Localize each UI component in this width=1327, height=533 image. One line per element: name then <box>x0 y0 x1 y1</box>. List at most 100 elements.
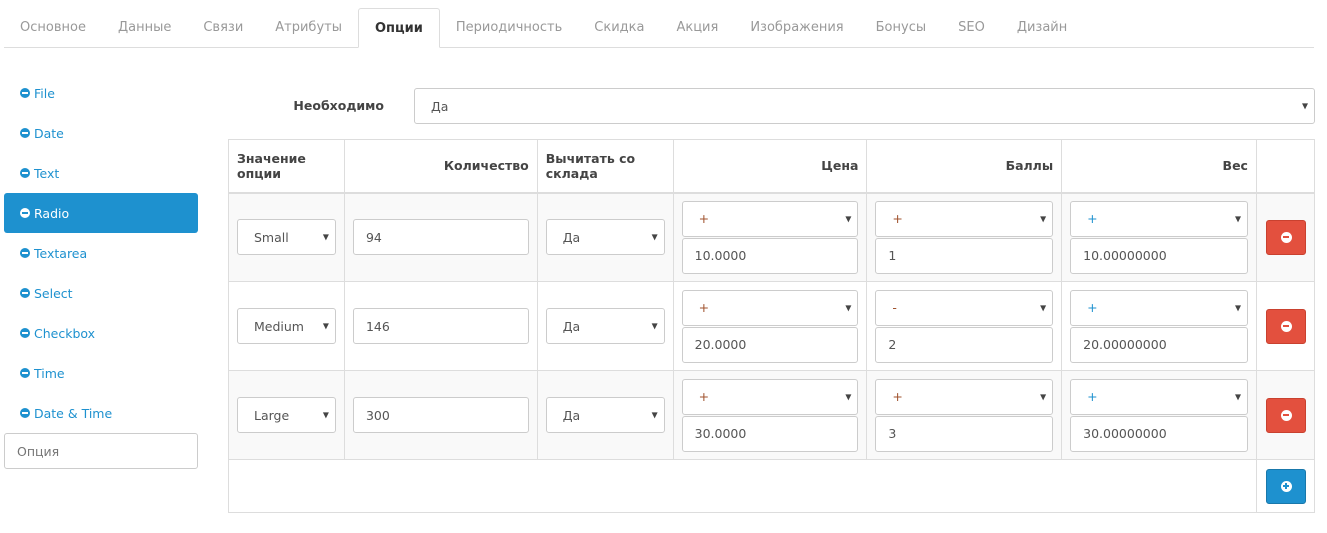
minus-circle-icon[interactable] <box>20 88 30 98</box>
points-prefix: - <box>892 300 897 315</box>
remove-option-value-button[interactable] <box>1266 219 1306 255</box>
tab-1[interactable]: Данные <box>102 8 187 47</box>
option-value-select[interactable]: Large <box>237 397 336 433</box>
minus-circle-icon[interactable] <box>20 408 30 418</box>
tab-2[interactable]: Связи <box>187 8 259 47</box>
points-value: 3 <box>888 426 897 441</box>
weight-prefix-select[interactable]: + <box>1070 289 1248 326</box>
price-input[interactable]: 30.0000 <box>681 415 859 452</box>
header-weight: Вес <box>1061 139 1257 194</box>
quantity-input[interactable]: 94 <box>352 219 529 256</box>
quantity-value: 300 <box>365 407 390 423</box>
tab-10[interactable]: SEO <box>942 8 1001 47</box>
weight-value: 30.00000000 <box>1083 426 1167 441</box>
points-value: 1 <box>888 248 897 264</box>
subtract-select[interactable]: Да <box>545 219 665 256</box>
sidebar-item[interactable]: File <box>4 73 198 113</box>
weight-value: 20.00000000 <box>1083 337 1167 352</box>
header-subtract: Вычитать со склада <box>536 139 674 194</box>
header-quantity: Количество <box>343 139 538 194</box>
sidebar-item[interactable]: Date <box>4 113 198 153</box>
tab-9[interactable]: Бонусы <box>860 8 942 47</box>
weight-prefix: + <box>1087 211 1098 227</box>
option-input[interactable] <box>4 433 198 469</box>
plus-circle-icon <box>1280 480 1292 492</box>
minus-circle-icon <box>1280 320 1292 332</box>
quantity-input[interactable]: 300 <box>352 397 529 433</box>
sidebar-item-label: Textarea <box>34 245 88 261</box>
minus-circle-icon[interactable] <box>20 208 30 218</box>
points-value: 2 <box>888 337 897 352</box>
tab-3[interactable]: Атрибуты <box>259 8 358 47</box>
weight-prefix-select[interactable]: + <box>1070 378 1248 415</box>
points-prefix-select[interactable]: - <box>875 289 1054 326</box>
price-prefix-select[interactable]: + <box>681 289 859 326</box>
points-input[interactable]: 1 <box>875 237 1054 274</box>
price-input[interactable]: 10.0000 <box>681 237 859 274</box>
points-prefix-select[interactable]: + <box>875 200 1054 237</box>
required-select[interactable]: Да <box>414 88 1315 124</box>
table-row: Medium 146 Да +20.0000 - 2 +20.00000000 <box>228 281 1316 371</box>
required-label: Необходимо <box>293 98 384 113</box>
table-row: Large 300 Да +30.0000 +3 +30.00000000 <box>228 370 1316 460</box>
minus-circle-icon[interactable] <box>20 368 30 378</box>
sidebar-item[interactable]: Checkbox <box>4 313 198 353</box>
quantity-value: 94 <box>365 229 382 245</box>
weight-input[interactable]: 20.00000000 <box>1070 326 1248 363</box>
price-input[interactable]: 20.0000 <box>681 326 859 363</box>
sidebar-item[interactable]: Select <box>4 273 198 313</box>
sidebar-item[interactable]: Radio <box>4 193 198 233</box>
option-value: Medium <box>254 318 304 334</box>
points-prefix-select[interactable]: + <box>875 378 1054 415</box>
remove-option-value-button[interactable] <box>1266 397 1306 433</box>
sidebar-item[interactable]: Date & Time <box>4 393 198 433</box>
subtract-value: Да <box>562 407 581 423</box>
subtract-value: Да <box>562 318 581 334</box>
subtract-value: Да <box>562 229 581 245</box>
footer-actions <box>1255 459 1316 513</box>
sidebar-item-label: File <box>34 85 55 101</box>
minus-circle-icon <box>1280 231 1292 243</box>
tab-0[interactable]: Основное <box>4 8 102 47</box>
tab-11[interactable]: Дизайн <box>1001 8 1083 47</box>
add-option-value-button[interactable] <box>1266 468 1306 504</box>
tab-bar: Основное Данные Связи Атрибуты Опции Периодич… <box>4 8 1314 48</box>
minus-circle-icon[interactable] <box>20 128 30 138</box>
sidebar-item[interactable]: Time <box>4 353 198 393</box>
points-input[interactable]: 2 <box>875 326 1054 363</box>
price-prefix-select[interactable]: + <box>681 378 859 415</box>
option-value: Large <box>254 407 290 423</box>
footer-spacer <box>228 459 1257 513</box>
minus-circle-icon[interactable] <box>20 168 30 178</box>
sidebar-item-label: Date & Time <box>34 405 113 421</box>
price-prefix-select[interactable]: + <box>681 200 859 237</box>
minus-circle-icon[interactable] <box>20 288 30 298</box>
minus-circle-icon[interactable] <box>20 248 30 258</box>
weight-input[interactable]: 10.00000000 <box>1070 237 1248 274</box>
sidebar-item[interactable]: Textarea <box>4 233 198 273</box>
minus-circle-icon[interactable] <box>20 328 30 338</box>
tab-7[interactable]: Акция <box>660 8 734 47</box>
weight-prefix: + <box>1087 389 1098 404</box>
remove-option-value-button[interactable] <box>1266 308 1306 344</box>
subtract-select[interactable]: Да <box>545 397 665 433</box>
option-value-select[interactable]: Small <box>237 219 336 256</box>
tab-6[interactable]: Скидка <box>578 8 660 47</box>
tab-4[interactable]: Опции <box>357 8 440 48</box>
tab-8[interactable]: Изображения <box>734 8 859 47</box>
tab-5[interactable]: Периодичность <box>440 8 578 47</box>
option-value-select[interactable]: Medium <box>237 308 336 344</box>
header-price: Цена <box>672 139 868 194</box>
header-option-value: Значение опции <box>228 139 345 194</box>
quantity-input[interactable]: 146 <box>352 308 529 344</box>
sidebar-item-label: Checkbox <box>34 325 96 341</box>
weight-input[interactable]: 30.00000000 <box>1070 415 1248 452</box>
points-input[interactable]: 3 <box>875 415 1054 452</box>
sidebar-item[interactable]: Text <box>4 153 198 193</box>
points-prefix: + <box>892 389 903 404</box>
subtract-select[interactable]: Да <box>545 308 665 344</box>
price-prefix: + <box>698 211 710 227</box>
price-prefix: + <box>698 389 710 404</box>
sidebar-item-label: Radio <box>34 205 70 221</box>
weight-prefix-select[interactable]: + <box>1070 200 1248 237</box>
